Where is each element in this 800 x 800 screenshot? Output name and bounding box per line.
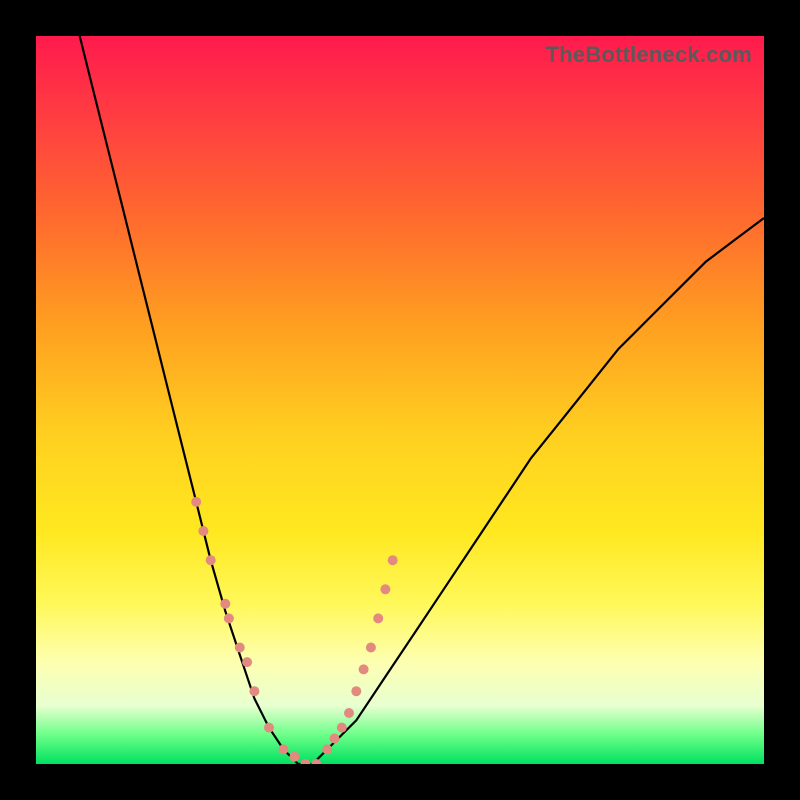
highlight-marker <box>249 686 259 696</box>
highlight-marker <box>366 643 376 653</box>
highlight-marker <box>344 708 354 718</box>
highlight-marker <box>264 723 274 733</box>
plot-area: TheBottleneck.com <box>36 36 764 764</box>
highlight-marker <box>311 759 321 764</box>
highlight-marker <box>300 759 310 764</box>
highlight-marker <box>351 686 361 696</box>
bottleneck-curve <box>36 36 764 764</box>
highlight-marker <box>380 584 390 594</box>
highlight-marker <box>242 657 252 667</box>
highlight-marker <box>330 734 340 744</box>
highlight-marker <box>359 664 369 674</box>
highlight-marker <box>235 643 245 653</box>
highlight-marker <box>373 613 383 623</box>
marker-group <box>191 497 398 764</box>
highlight-marker <box>388 555 398 565</box>
highlight-marker <box>337 723 347 733</box>
highlight-marker <box>322 744 332 754</box>
curve-path <box>80 36 764 764</box>
highlight-marker <box>289 752 299 762</box>
highlight-marker <box>279 744 289 754</box>
chart-frame: TheBottleneck.com <box>0 0 800 800</box>
highlight-marker <box>191 497 201 507</box>
highlight-marker <box>224 613 234 623</box>
highlight-marker <box>198 526 208 536</box>
highlight-marker <box>220 599 230 609</box>
highlight-marker <box>206 555 216 565</box>
